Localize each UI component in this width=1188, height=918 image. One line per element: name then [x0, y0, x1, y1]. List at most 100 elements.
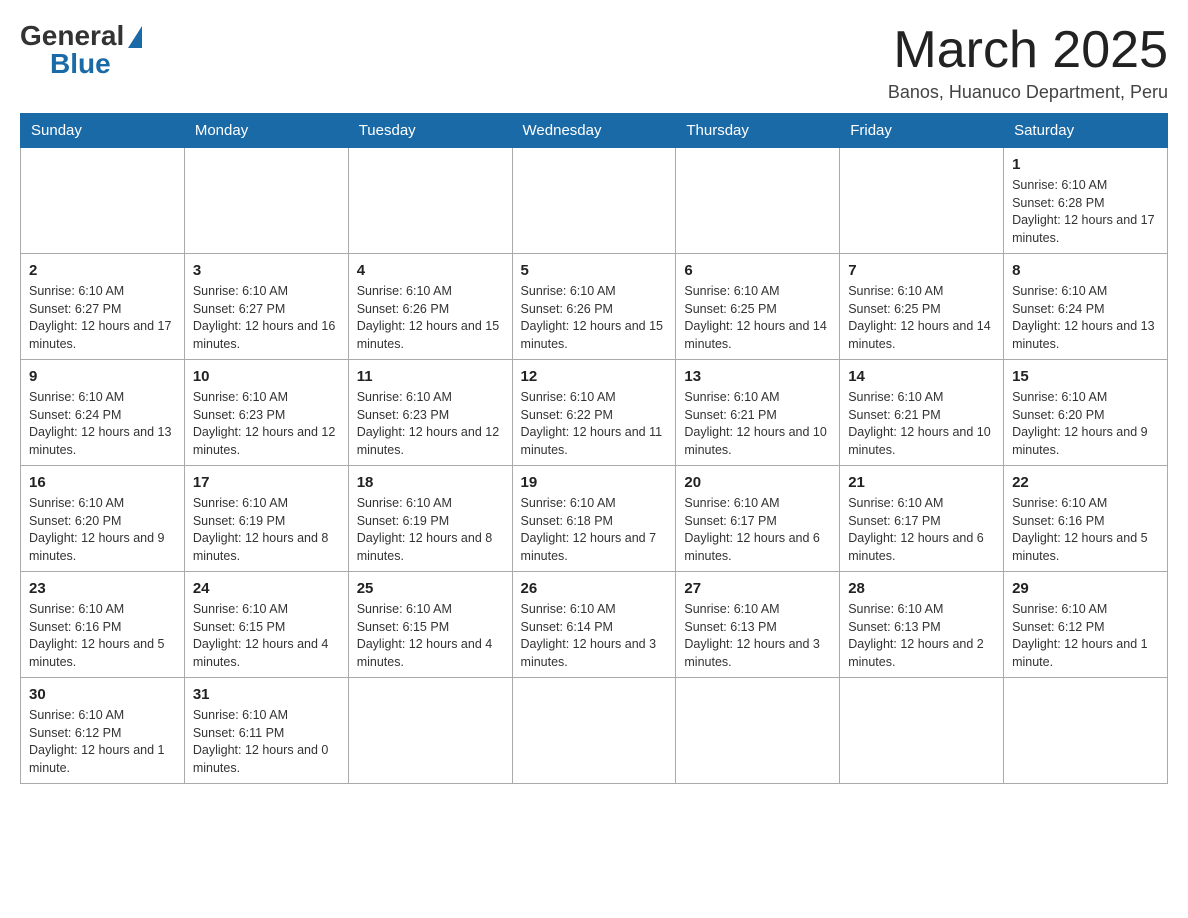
calendar-table: SundayMondayTuesdayWednesdayThursdayFrid…	[20, 113, 1168, 784]
day-info: Sunrise: 6:10 AM Sunset: 6:27 PM Dayligh…	[193, 283, 340, 353]
weekday-header-monday: Monday	[184, 114, 348, 148]
calendar-cell: 19Sunrise: 6:10 AM Sunset: 6:18 PM Dayli…	[512, 466, 676, 572]
day-info: Sunrise: 6:10 AM Sunset: 6:13 PM Dayligh…	[684, 601, 831, 671]
calendar-week-row: 1Sunrise: 6:10 AM Sunset: 6:28 PM Daylig…	[21, 148, 1168, 254]
day-number: 13	[684, 366, 831, 387]
day-info: Sunrise: 6:10 AM Sunset: 6:12 PM Dayligh…	[29, 707, 176, 777]
calendar-cell	[676, 678, 840, 784]
weekday-header-tuesday: Tuesday	[348, 114, 512, 148]
day-number: 8	[1012, 260, 1159, 281]
day-number: 24	[193, 578, 340, 599]
day-info: Sunrise: 6:10 AM Sunset: 6:17 PM Dayligh…	[848, 495, 995, 565]
calendar-cell: 30Sunrise: 6:10 AM Sunset: 6:12 PM Dayli…	[21, 678, 185, 784]
calendar-cell	[348, 148, 512, 254]
day-number: 29	[1012, 578, 1159, 599]
day-info: Sunrise: 6:10 AM Sunset: 6:17 PM Dayligh…	[684, 495, 831, 565]
calendar-cell: 17Sunrise: 6:10 AM Sunset: 6:19 PM Dayli…	[184, 466, 348, 572]
logo: General Blue	[20, 20, 142, 80]
day-number: 20	[684, 472, 831, 493]
day-info: Sunrise: 6:10 AM Sunset: 6:12 PM Dayligh…	[1012, 601, 1159, 671]
day-number: 18	[357, 472, 504, 493]
day-info: Sunrise: 6:10 AM Sunset: 6:22 PM Dayligh…	[521, 389, 668, 459]
calendar-cell: 14Sunrise: 6:10 AM Sunset: 6:21 PM Dayli…	[840, 360, 1004, 466]
calendar-week-row: 30Sunrise: 6:10 AM Sunset: 6:12 PM Dayli…	[21, 678, 1168, 784]
title-block: March 2025 Banos, Huanuco Department, Pe…	[888, 20, 1168, 103]
month-title: March 2025	[888, 20, 1168, 80]
day-info: Sunrise: 6:10 AM Sunset: 6:16 PM Dayligh…	[1012, 495, 1159, 565]
day-number: 21	[848, 472, 995, 493]
day-info: Sunrise: 6:10 AM Sunset: 6:15 PM Dayligh…	[357, 601, 504, 671]
day-number: 2	[29, 260, 176, 281]
day-number: 19	[521, 472, 668, 493]
day-number: 10	[193, 366, 340, 387]
calendar-cell: 29Sunrise: 6:10 AM Sunset: 6:12 PM Dayli…	[1004, 572, 1168, 678]
calendar-cell: 8Sunrise: 6:10 AM Sunset: 6:24 PM Daylig…	[1004, 254, 1168, 360]
calendar-cell: 25Sunrise: 6:10 AM Sunset: 6:15 PM Dayli…	[348, 572, 512, 678]
weekday-header-row: SundayMondayTuesdayWednesdayThursdayFrid…	[21, 114, 1168, 148]
weekday-header-friday: Friday	[840, 114, 1004, 148]
day-info: Sunrise: 6:10 AM Sunset: 6:14 PM Dayligh…	[521, 601, 668, 671]
calendar-cell: 9Sunrise: 6:10 AM Sunset: 6:24 PM Daylig…	[21, 360, 185, 466]
weekday-header-wednesday: Wednesday	[512, 114, 676, 148]
logo-triangle-icon	[128, 26, 142, 48]
day-info: Sunrise: 6:10 AM Sunset: 6:25 PM Dayligh…	[684, 283, 831, 353]
day-info: Sunrise: 6:10 AM Sunset: 6:23 PM Dayligh…	[357, 389, 504, 459]
day-number: 31	[193, 684, 340, 705]
calendar-cell: 18Sunrise: 6:10 AM Sunset: 6:19 PM Dayli…	[348, 466, 512, 572]
location-title: Banos, Huanuco Department, Peru	[888, 82, 1168, 103]
calendar-week-row: 2 Sunrise: 6:10 AM Sunset: 6:27 PM Daylig…	[21, 254, 1168, 360]
calendar-cell: 20Sunrise: 6:10 AM Sunset: 6:17 PM Dayli…	[676, 466, 840, 572]
day-info: Sunrise: 6:10 AM Sunset: 6:20 PM Dayligh…	[29, 495, 176, 565]
day-number: 4	[357, 260, 504, 281]
calendar-cell: 2Sunrise: 6:10 AM Sunset: 6:27 PM Daylig…	[21, 254, 185, 360]
calendar-cell: 4Sunrise: 6:10 AM Sunset: 6:26 PM Daylig…	[348, 254, 512, 360]
weekday-header-sunday: Sunday	[21, 114, 185, 148]
day-number: 12	[521, 366, 668, 387]
calendar-cell: 7Sunrise: 6:10 AM Sunset: 6:25 PM Daylig…	[840, 254, 1004, 360]
weekday-header-thursday: Thursday	[676, 114, 840, 148]
day-number: 27	[684, 578, 831, 599]
calendar-cell: 23Sunrise: 6:10 AM Sunset: 6:16 PM Dayli…	[21, 572, 185, 678]
calendar-cell: 28Sunrise: 6:10 AM Sunset: 6:13 PM Dayli…	[840, 572, 1004, 678]
day-number: 3	[193, 260, 340, 281]
day-info: Sunrise: 6:10 AM Sunset: 6:28 PM Dayligh…	[1012, 177, 1159, 247]
calendar-cell	[512, 678, 676, 784]
day-number: 5	[521, 260, 668, 281]
day-number: 6	[684, 260, 831, 281]
day-info: Sunrise: 6:10 AM Sunset: 6:20 PM Dayligh…	[1012, 389, 1159, 459]
day-number: 11	[357, 366, 504, 387]
calendar-cell: 21Sunrise: 6:10 AM Sunset: 6:17 PM Dayli…	[840, 466, 1004, 572]
calendar-cell: 13Sunrise: 6:10 AM Sunset: 6:21 PM Dayli…	[676, 360, 840, 466]
calendar-cell: 3Sunrise: 6:10 AM Sunset: 6:27 PM Daylig…	[184, 254, 348, 360]
calendar-cell	[1004, 678, 1168, 784]
calendar-cell: 27Sunrise: 6:10 AM Sunset: 6:13 PM Dayli…	[676, 572, 840, 678]
page-header: General Blue March 2025 Banos, Huanuco D…	[20, 20, 1168, 103]
day-number: 9	[29, 366, 176, 387]
day-number: 1	[1012, 154, 1159, 175]
calendar-cell	[840, 678, 1004, 784]
day-info: Sunrise: 6:10 AM Sunset: 6:25 PM Dayligh…	[848, 283, 995, 353]
calendar-week-row: 9Sunrise: 6:10 AM Sunset: 6:24 PM Daylig…	[21, 360, 1168, 466]
day-info: Sunrise: 6:10 AM Sunset: 6:18 PM Dayligh…	[521, 495, 668, 565]
calendar-cell	[512, 148, 676, 254]
calendar-cell: 22Sunrise: 6:10 AM Sunset: 6:16 PM Dayli…	[1004, 466, 1168, 572]
day-number: 23	[29, 578, 176, 599]
day-info: Sunrise: 6:10 AM Sunset: 6:24 PM Dayligh…	[29, 389, 176, 459]
calendar-cell: 15Sunrise: 6:10 AM Sunset: 6:20 PM Dayli…	[1004, 360, 1168, 466]
calendar-cell: 26Sunrise: 6:10 AM Sunset: 6:14 PM Dayli…	[512, 572, 676, 678]
calendar-cell: 24Sunrise: 6:10 AM Sunset: 6:15 PM Dayli…	[184, 572, 348, 678]
day-number: 22	[1012, 472, 1159, 493]
day-info: Sunrise: 6:10 AM Sunset: 6:21 PM Dayligh…	[848, 389, 995, 459]
day-info: Sunrise: 6:10 AM Sunset: 6:21 PM Dayligh…	[684, 389, 831, 459]
calendar-cell: 6Sunrise: 6:10 AM Sunset: 6:25 PM Daylig…	[676, 254, 840, 360]
day-info: Sunrise: 6:10 AM Sunset: 6:11 PM Dayligh…	[193, 707, 340, 777]
day-info: Sunrise: 6:10 AM Sunset: 6:13 PM Dayligh…	[848, 601, 995, 671]
calendar-cell: 31Sunrise: 6:10 AM Sunset: 6:11 PM Dayli…	[184, 678, 348, 784]
day-number: 7	[848, 260, 995, 281]
day-info: Sunrise: 6:10 AM Sunset: 6:19 PM Dayligh…	[193, 495, 340, 565]
day-number: 16	[29, 472, 176, 493]
day-number: 25	[357, 578, 504, 599]
calendar-week-row: 16Sunrise: 6:10 AM Sunset: 6:20 PM Dayli…	[21, 466, 1168, 572]
calendar-cell: 1Sunrise: 6:10 AM Sunset: 6:28 PM Daylig…	[1004, 148, 1168, 254]
day-info: Sunrise: 6:10 AM Sunset: 6:15 PM Dayligh…	[193, 601, 340, 671]
